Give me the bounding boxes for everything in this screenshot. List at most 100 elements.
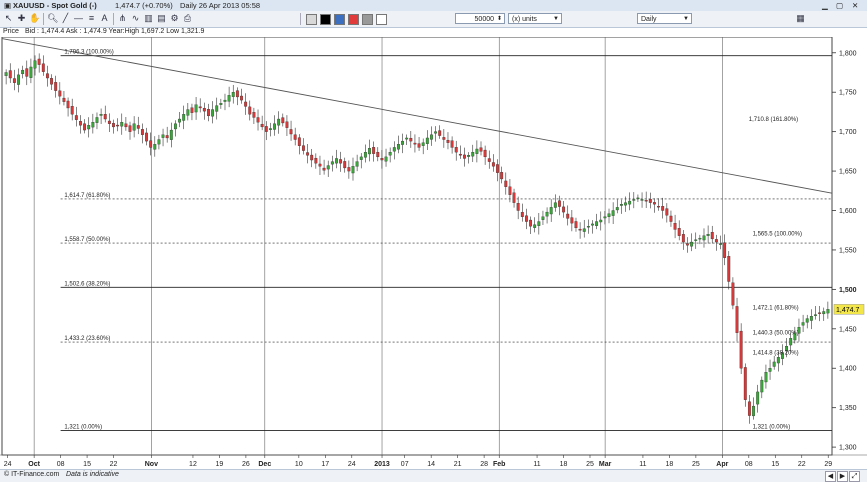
candle-body [760, 379, 764, 393]
quantity-input[interactable]: 50000 ⬍ [455, 13, 505, 24]
candle-body [235, 90, 239, 98]
crosshair-icon[interactable]: ✚ [16, 13, 27, 24]
x-tick-label: 12 [189, 461, 197, 468]
candle-body [714, 239, 718, 243]
zoom-icon[interactable]: 🔍︎ [47, 13, 58, 24]
candle-body [483, 149, 487, 158]
grid-view-icon[interactable]: ▦ [795, 13, 806, 24]
candle-body [244, 101, 248, 107]
window-period-date: Daily 26 Apr 2013 05:58 [180, 1, 261, 10]
bars-icon[interactable]: ▥ [143, 13, 154, 24]
candle-body [161, 134, 165, 138]
candle-body [496, 164, 499, 173]
candle-body [116, 124, 120, 127]
units-select[interactable]: (x) units ▼ [508, 13, 562, 24]
candle-body [743, 367, 747, 400]
fibonacci-icon[interactable]: ≡ [86, 13, 97, 24]
candle-body [516, 203, 520, 211]
fib-extension-label: 1,710.8 (161.80%) [749, 117, 798, 123]
candle-body [368, 148, 371, 155]
candle-body [475, 148, 479, 154]
indicator-icon[interactable]: ∿ [130, 13, 141, 24]
candle-body [578, 228, 582, 231]
settings-icon[interactable]: ⚙ [169, 13, 180, 24]
candle-body [822, 311, 826, 315]
y-tick-label: 1,750 [839, 90, 857, 97]
y-tick-label: 1,800 [839, 50, 857, 57]
candle-body [103, 114, 107, 120]
color-swatch[interactable] [376, 14, 387, 25]
x-tick-label: Mar [599, 461, 612, 468]
x-tick-label: 11 [533, 461, 540, 468]
maximize-icon[interactable]: ▢ [836, 1, 843, 10]
candle-body [351, 166, 355, 174]
candle-body [314, 157, 318, 164]
quantity-spin-icon[interactable]: ⬍ [497, 14, 502, 25]
candle-body [586, 226, 590, 228]
candle-body [54, 82, 58, 91]
candle-body [107, 120, 111, 124]
candle-body [91, 122, 95, 128]
hand-icon[interactable]: ✋ [29, 13, 40, 24]
candle-body [636, 197, 640, 200]
scroll-right-icon[interactable]: ▶ [837, 471, 848, 482]
chevron-down-icon: ▼ [553, 16, 559, 22]
color-swatch[interactable] [334, 14, 345, 25]
toolbar-separator [43, 13, 44, 25]
trendline-icon[interactable]: ╱ [60, 13, 71, 24]
candle-body [653, 202, 656, 205]
candle-body [504, 180, 508, 187]
line-icon[interactable]: — [73, 13, 84, 24]
x-tick-label: 22 [798, 461, 806, 468]
x-tick-label: 18 [560, 461, 568, 468]
candle-body [467, 155, 471, 157]
fib-extension-label: 1,472.1 (61.80%) [753, 305, 799, 311]
candle-body [409, 137, 413, 142]
close-icon[interactable]: ✕ [852, 1, 858, 10]
candle-body [677, 228, 681, 236]
color-swatch[interactable] [362, 14, 373, 25]
candle-body [310, 154, 314, 161]
candle-body [739, 330, 743, 369]
color-swatch[interactable] [306, 14, 317, 25]
quantity-value: 50000 [474, 16, 494, 23]
candle-body [347, 167, 351, 172]
color-swatch[interactable] [320, 14, 331, 25]
save-icon[interactable]: ▤ [156, 13, 167, 24]
candle-body [4, 72, 8, 76]
candle-body [731, 282, 735, 306]
zoom-fit-icon[interactable]: ⤢ [849, 471, 860, 482]
candle-body [124, 123, 128, 128]
candle-body [99, 114, 103, 116]
fib-extension-label: 1,565.5 (100.00%) [753, 232, 802, 238]
price-label: Price [3, 28, 19, 35]
x-tick-label: 07 [401, 461, 409, 468]
candle-body [417, 143, 421, 148]
cursor-icon[interactable]: ↖ [3, 13, 14, 24]
candle-body [698, 237, 702, 240]
candle-body [380, 158, 384, 161]
text-icon[interactable]: A [99, 13, 110, 24]
x-tick-label: 24 [4, 461, 12, 468]
candle-body [252, 112, 256, 118]
candle-body [227, 95, 231, 102]
candle-body [17, 74, 20, 85]
timeframe-select[interactable]: Daily ▼ [637, 13, 692, 24]
candle-body [165, 135, 169, 139]
y-tick-label: 1,550 [839, 247, 857, 254]
candle-body [615, 207, 619, 211]
note-text: Data is indicative [66, 471, 119, 478]
candle-body [153, 144, 157, 150]
price-chart[interactable]: 1,796.3 (100.00%) 1,614.7 (61.80%) 1,558.7… [0, 37, 867, 469]
color-swatch[interactable] [348, 14, 359, 25]
print-icon[interactable]: ⎙ [182, 13, 193, 24]
candle-body [45, 73, 49, 79]
candle-body [595, 221, 599, 226]
scroll-left-icon[interactable]: ◀ [825, 471, 836, 482]
chart-type-icon[interactable]: ⋔ [117, 13, 128, 24]
candle-body [764, 372, 768, 383]
candle-body [62, 97, 66, 102]
candle-body [558, 200, 561, 207]
minimize-icon[interactable]: ▁ [822, 1, 828, 10]
candle-body [632, 199, 636, 201]
